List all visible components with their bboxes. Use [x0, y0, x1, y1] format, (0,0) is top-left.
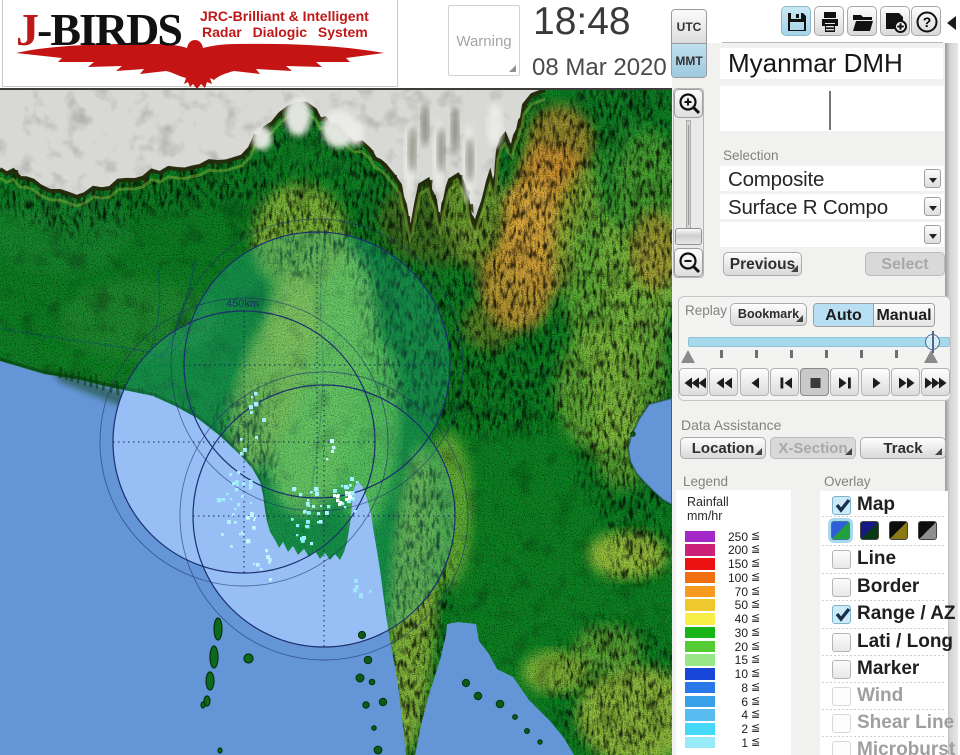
svg-text:450km: 450km: [226, 298, 259, 310]
svg-text:?: ?: [923, 14, 932, 30]
